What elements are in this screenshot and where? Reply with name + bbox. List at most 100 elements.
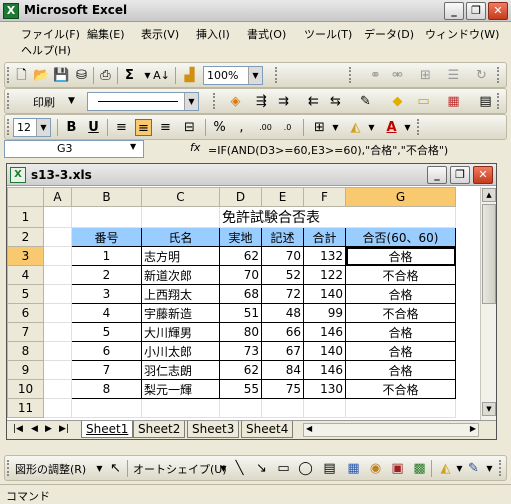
tab-sheet2[interactable]: Sheet2 [133,421,186,438]
align-right-icon[interactable]: ≡ [157,119,174,136]
trace-precedents-icon[interactable]: ⇶ [253,93,270,110]
cell[interactable] [43,303,72,323]
toolbar-grip[interactable] [417,119,420,135]
wb-minimize-button[interactable]: _ [427,166,447,184]
result-cell[interactable]: 合格 [345,246,456,266]
data-cell[interactable]: 146 [303,360,346,380]
remove-arrows-icon[interactable]: ⇇ [305,93,322,110]
clipart-icon[interactable]: ▣ [389,460,406,477]
data-cell[interactable]: 140 [303,284,346,304]
cell[interactable] [71,398,142,418]
textbox-icon[interactable]: ▤ [321,460,338,477]
vertical-scrollbar[interactable]: ▲ ▼ [480,187,496,420]
error-icon[interactable]: ◆ [389,93,406,110]
chevron-down-icon[interactable]: ▼ [481,460,498,477]
menu-window[interactable]: ウィンドウ(W) [422,25,502,43]
row-header[interactable]: 10 [7,379,44,399]
data-cell[interactable]: 122 [303,265,346,285]
header-cell[interactable]: 実地 [219,227,262,247]
data-cell[interactable]: 73 [219,341,262,361]
prev-sheet-icon[interactable]: ◀ [31,424,38,434]
toolbar-grip[interactable] [7,93,10,109]
cell[interactable] [43,322,72,342]
chevron-down-icon[interactable]: ▼ [399,119,416,136]
percent-icon[interactable]: % [211,119,228,136]
toolbar-grip[interactable] [7,119,10,135]
link-icon[interactable]: ⚭ [367,67,384,84]
result-cell[interactable]: 不合格 [345,265,456,285]
data-cell[interactable]: 140 [303,341,346,361]
cell[interactable] [303,398,346,418]
align-center-icon[interactable]: ≡ [135,119,152,136]
row-header[interactable]: 3 [7,246,44,266]
result-cell[interactable]: 不合格 [345,379,456,399]
data-cell[interactable]: 2 [71,265,142,285]
select-objects-icon[interactable]: ↖ [107,460,124,477]
row-header[interactable]: 11 [7,398,44,418]
data-cell[interactable]: 62 [219,360,262,380]
menu-view[interactable]: 表示(V) [138,25,182,43]
insert-function-icon[interactable]: fx [190,141,200,154]
col-header-g[interactable]: G [345,187,456,207]
autosum-icon[interactable]: Σ [121,67,138,84]
wb-restore-button[interactable]: ❐ [450,166,470,184]
autoshapes-menu[interactable]: オートシェイプ(U) [133,461,227,477]
data-cell[interactable]: 新道次郎 [141,265,220,285]
data-cell[interactable]: 小川太郎 [141,341,220,361]
data-cell[interactable]: 80 [219,322,262,342]
workbook-icon[interactable]: X [10,167,26,183]
tab-sheet1[interactable]: Sheet1 [81,421,134,438]
toolbar-grip[interactable] [213,93,216,109]
data-cell[interactable]: 70 [219,265,262,285]
menu-edit[interactable]: 編集(E) [84,25,128,43]
draw-adjust-menu[interactable]: 図形の調整(R) [15,461,86,477]
name-box[interactable]: G3 [4,140,144,158]
unlink-icon[interactable]: ⚮ [389,67,406,84]
row-header[interactable]: 1 [7,206,44,228]
protect-icon[interactable]: ◈ [227,93,244,110]
cell[interactable] [345,398,456,418]
toolbar-grip[interactable] [499,460,502,476]
data-cell[interactable]: 宇藤新造 [141,303,220,323]
cell[interactable] [261,398,304,418]
data-cell[interactable]: 志方明 [141,246,220,266]
data-cell[interactable]: 51 [219,303,262,323]
col-header-a[interactable]: A [43,187,72,207]
fill-color-icon[interactable]: ◭ [347,119,364,136]
chevron-down-icon[interactable]: ▼ [184,93,198,110]
permission-icon[interactable]: ⛁ [73,67,90,84]
row-header[interactable]: 6 [7,303,44,323]
data-cell[interactable]: 羽仁志朗 [141,360,220,380]
row-header[interactable]: 9 [7,360,44,380]
cell[interactable] [43,398,72,418]
tab-sheet4[interactable]: Sheet4 [241,421,294,438]
col-header-e[interactable]: E [261,187,304,207]
row-header[interactable]: 2 [7,227,44,247]
zoom-select[interactable]: 100% ▼ [203,66,263,85]
close-button[interactable]: ✕ [488,2,508,20]
scroll-thumb[interactable] [482,204,496,304]
data-cell[interactable]: 3 [71,284,142,304]
data-cell[interactable]: 70 [261,246,304,266]
data-cell[interactable]: 52 [261,265,304,285]
scroll-up-icon[interactable]: ▲ [482,188,496,202]
chevron-down-icon[interactable]: ▼ [215,460,232,477]
col-header-d[interactable]: D [219,187,262,207]
row-header[interactable]: 8 [7,341,44,361]
underline-icon[interactable]: U [85,119,102,136]
data-cell[interactable]: 72 [261,284,304,304]
cell[interactable] [43,379,72,399]
menu-format[interactable]: 書式(O) [244,25,289,43]
cell[interactable] [43,284,72,304]
comment-icon[interactable]: ▭ [415,93,432,110]
borders-icon[interactable]: ⊞ [311,119,328,136]
data-cell[interactable]: 66 [261,322,304,342]
data-cell[interactable]: 130 [303,379,346,399]
scroll-right-icon[interactable]: ▶ [470,424,476,433]
col-header-b[interactable]: B [71,187,142,207]
header-cell[interactable]: 番号 [71,227,142,247]
result-cell[interactable]: 合格 [345,360,456,380]
data-cell[interactable]: 上西翔太 [141,284,220,304]
line-style-select[interactable]: ▼ [87,92,199,111]
result-cell[interactable]: 不合格 [345,303,456,323]
